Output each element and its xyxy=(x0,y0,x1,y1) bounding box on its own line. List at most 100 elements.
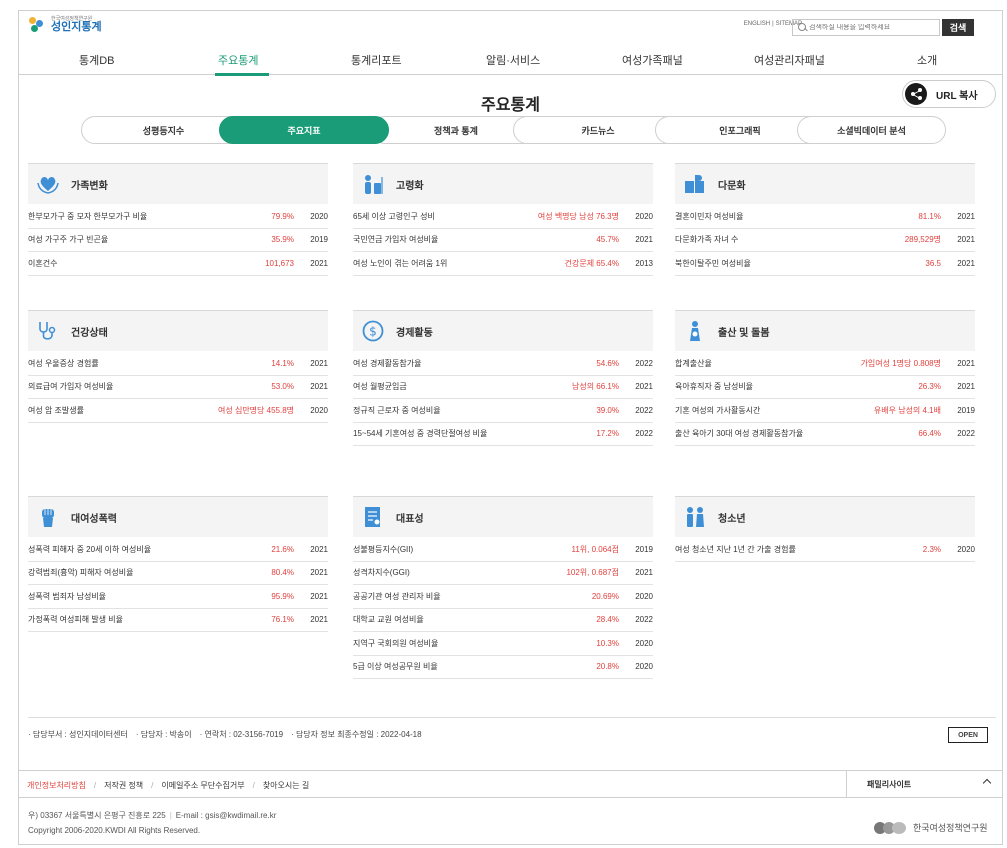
page-frame: 한국여성정책연구원 성인지통계 ENGLISH|SITEMAP 검색 통계DB … xyxy=(18,10,1003,845)
stat-row[interactable]: 성불평등지수(GII) 11위, 0.064점 2019 xyxy=(353,538,653,562)
stat-row[interactable]: 육아휴직자 중 남성비율 26.3% 2021 xyxy=(675,376,975,399)
nav-item-statdb[interactable]: 통계DB xyxy=(79,52,115,68)
url-copy-button[interactable]: URL 복사 xyxy=(902,80,996,108)
tab-key-indicators[interactable]: 주요지표 xyxy=(219,116,389,144)
kwdi-logo-icon xyxy=(874,821,908,834)
panel-family-change: 가족변화 한부모가구 중 모자 한부모가구 비율 79.9% 2020 여성 가구주… xyxy=(28,163,328,276)
site-logo[interactable]: 한국여성정책연구원 성인지통계 xyxy=(29,17,102,33)
stat-row[interactable]: 합계출산율 가임여성 1명당 0.808명 2021 xyxy=(675,352,975,376)
youth-icon xyxy=(684,506,706,528)
nav-item-family-panel[interactable]: 여성가족패널 xyxy=(622,52,683,68)
share-icon xyxy=(905,83,927,105)
copyright-policy-link[interactable]: 저작권 정책 xyxy=(104,781,143,790)
nav-active-underline xyxy=(215,73,269,76)
stat-row[interactable]: 15~54세 기혼여성 중 경력단절여성 비율 17.2% 2022 xyxy=(353,423,653,446)
stat-row[interactable]: 여성 노인이 겪는 어려움 1위 건강문제 65.4% 2013 xyxy=(353,252,653,276)
kwdi-org-name: 한국여성정책연구원 xyxy=(913,823,988,833)
directions-link[interactable]: 찾아오시는 길 xyxy=(263,781,309,790)
stat-row[interactable]: 이혼건수 101,673 2021 xyxy=(28,252,328,276)
kwdi-logo[interactable]: 한국여성정책연구원 xyxy=(874,821,988,834)
stat-row[interactable]: 성격차지수(GGI) 102위, 0.687점 2021 xyxy=(353,562,653,585)
stat-row[interactable]: 성폭력 피해자 중 20세 이하 여성비율 21.6% 2021 xyxy=(28,538,328,562)
stat-row[interactable]: 출산 육아기 30대 여성 경제활동참가율 66.4% 2022 xyxy=(675,423,975,446)
email-text: E-mail : gsis@kwdimail.re.kr xyxy=(175,811,277,820)
family-site-select[interactable]: 패밀리사이트 xyxy=(846,771,1002,797)
email-refusal-link[interactable]: 이메일주소 무단수집거부 xyxy=(161,781,244,790)
stat-row[interactable]: 북한이탈주민 여성비율 36.5 2021 xyxy=(675,252,975,276)
stat-row[interactable]: 공공기관 여성 관리자 비율 20.69% 2020 xyxy=(353,585,653,609)
stat-row[interactable]: 정규직 근로자 중 여성비율 39.0% 2022 xyxy=(353,399,653,423)
main-nav: 통계DB 주요통계 통계리포트 알림·서비스 여성가족패널 여성관리자패널 소개 xyxy=(19,43,1002,76)
stat-row[interactable]: 여성 청소년 지난 1년 간 가출 경험률 2.3% 2020 xyxy=(675,538,975,562)
coin-icon: $ xyxy=(362,320,384,342)
stat-row[interactable]: 다문화가족 자녀 수 289,529명 2021 xyxy=(675,229,975,252)
stat-row[interactable]: 의료급여 가입자 여성비율 53.0% 2021 xyxy=(28,376,328,399)
page-title: 주요통계 xyxy=(481,97,540,114)
stat-row[interactable]: 5급 이상 여성공무원 비율 20.8% 2020 xyxy=(353,656,653,679)
english-link[interactable]: ENGLISH xyxy=(744,21,770,27)
stat-row[interactable]: 가정폭력 여성피해 발생 비율 76.1% 2021 xyxy=(28,609,328,632)
stat-row[interactable]: 한부모가구 중 모자 한부모가구 비율 79.9% 2020 xyxy=(28,205,328,229)
info-dept: · 담당부서 : 성인지데이터센터 xyxy=(28,729,128,739)
panel-title: 청소년 xyxy=(718,513,746,525)
nav-item-main-stats[interactable]: 주요통계 xyxy=(218,52,258,68)
family-site-label: 패밀리사이트 xyxy=(867,779,912,789)
stat-row[interactable]: 여성 월평균임금 남성의 66.1% 2021 xyxy=(353,376,653,399)
stat-row[interactable]: 대학교 교원 여성비율 28.4% 2022 xyxy=(353,609,653,632)
panel-aging: 고령화 65세 이상 고령인구 성비 여성 백명당 남성 76.3명 2020 국민… xyxy=(353,163,653,276)
manager-info-bar: · 담당부서 : 성인지데이터센터 · 담당자 : 박송이 · 연락처 : 02… xyxy=(28,717,996,750)
stat-row[interactable]: 여성 가구주 가구 빈곤율 35.9% 2019 xyxy=(28,229,328,252)
footer-address: 우) 03367 서울특별시 은평구 진흥로 225 | E-mail : gsis… xyxy=(28,808,276,838)
address-text: 우) 03367 서울특별시 은평구 진흥로 225 xyxy=(28,811,166,820)
stethoscope-icon xyxy=(37,320,59,342)
panel-title: 고령화 xyxy=(396,180,424,192)
stat-row[interactable]: 성폭력 범죄자 남성비율 95.9% 2021 xyxy=(28,585,328,609)
panel-economic: $ 경제활동 여성 경제활동참가율 54.6% 2022 여성 월평균임금 남성의 6… xyxy=(353,310,653,446)
nav-item-manager-panel[interactable]: 여성관리자패널 xyxy=(754,52,825,68)
nav-item-report[interactable]: 통계리포트 xyxy=(351,52,402,68)
panel-title: 경제활동 xyxy=(396,327,433,339)
raised-fist-icon xyxy=(37,506,59,528)
nav-item-about[interactable]: 소개 xyxy=(917,52,937,68)
nav-item-notice-service[interactable]: 알림·서비스 xyxy=(486,52,540,68)
url-copy-label: URL 복사 xyxy=(936,90,978,102)
panel-violence: 대여성폭력 성폭력 피해자 중 20세 이하 여성비율 21.6% 2021 강력범… xyxy=(28,496,328,632)
info-person: · 담당자 : 박송이 xyxy=(135,729,192,739)
copyright-text: Copyright 2006-2020.KWDI All Rights Rese… xyxy=(28,826,201,835)
mother-child-icon xyxy=(684,320,706,342)
logo-mark-icon xyxy=(29,17,47,33)
search-input[interactable] xyxy=(809,24,934,31)
search-icon xyxy=(793,20,809,35)
panel-multicultural: 다문화 결혼이민자 여성비율 81.1% 2021 다문화가족 자녀 수 289,52… xyxy=(675,163,975,276)
search-box xyxy=(792,19,940,36)
privacy-policy-link[interactable]: 개인정보처리방침 xyxy=(27,781,86,790)
logo-title: 성인지통계 xyxy=(51,21,102,33)
panel-representation: 대표성 성불평등지수(GII) 11위, 0.064점 2019 성격차지수(GGI… xyxy=(353,496,653,679)
panel-title: 건강상태 xyxy=(71,327,108,339)
search-button[interactable]: 검색 xyxy=(942,19,974,36)
puzzle-icon xyxy=(684,173,706,195)
stat-row[interactable]: 여성 경제활동참가율 54.6% 2022 xyxy=(353,352,653,376)
tab-social-bigdata[interactable]: 소셜빅데이터 분석 xyxy=(797,116,946,144)
stat-row[interactable]: 기혼 여성의 가사활동시간 유배우 남성의 4.1배 2019 xyxy=(675,399,975,423)
stat-row[interactable]: 결혼이민자 여성비율 81.1% 2021 xyxy=(675,205,975,229)
panel-title: 다문화 xyxy=(718,180,746,192)
document-icon xyxy=(362,506,384,528)
sub-tabs: 성평등지수 주요지표 정책과 통계 카드뉴스 인포그래픽 소셜빅데이터 분석 xyxy=(81,116,946,144)
stat-row[interactable]: 강력범죄(흉악) 피해자 여성비율 80.4% 2021 xyxy=(28,562,328,585)
panel-title: 가족변화 xyxy=(71,180,108,192)
panel-health: 건강상태 여성 우울증상 경험률 14.1% 2021 의료급여 가입자 여성비율 5… xyxy=(28,310,328,423)
chevron-up-icon xyxy=(982,778,992,788)
stat-row[interactable]: 65세 이상 고령인구 성비 여성 백명당 남성 76.3명 2020 xyxy=(353,205,653,229)
info-updated: · 담당자 정보 최종수정일 : 2022-04-18 xyxy=(291,729,422,739)
open-license-badge: OPEN xyxy=(948,727,988,743)
info-contact: · 연락처 : 02-3156-7019 xyxy=(199,729,284,739)
top-bar: 한국여성정책연구원 성인지통계 ENGLISH | SITEMAP 검색 xyxy=(19,11,1002,41)
stat-row[interactable]: 여성 암 조발생률 여성 십만명당 455.8명 2020 xyxy=(28,399,328,423)
svg-text:$: $ xyxy=(369,325,377,339)
stat-row[interactable]: 국민연금 가입자 여성비율 45.7% 2021 xyxy=(353,229,653,252)
panel-title: 출산 및 돌봄 xyxy=(718,327,770,339)
stat-row[interactable]: 여성 우울증상 경험률 14.1% 2021 xyxy=(28,352,328,376)
stat-row[interactable]: 지역구 국회의원 여성비율 10.3% 2020 xyxy=(353,632,653,656)
panel-birth-care: 출산 및 돌봄 합계출산율 가임여성 1명당 0.808명 2021 육아휴직자 중… xyxy=(675,310,975,446)
